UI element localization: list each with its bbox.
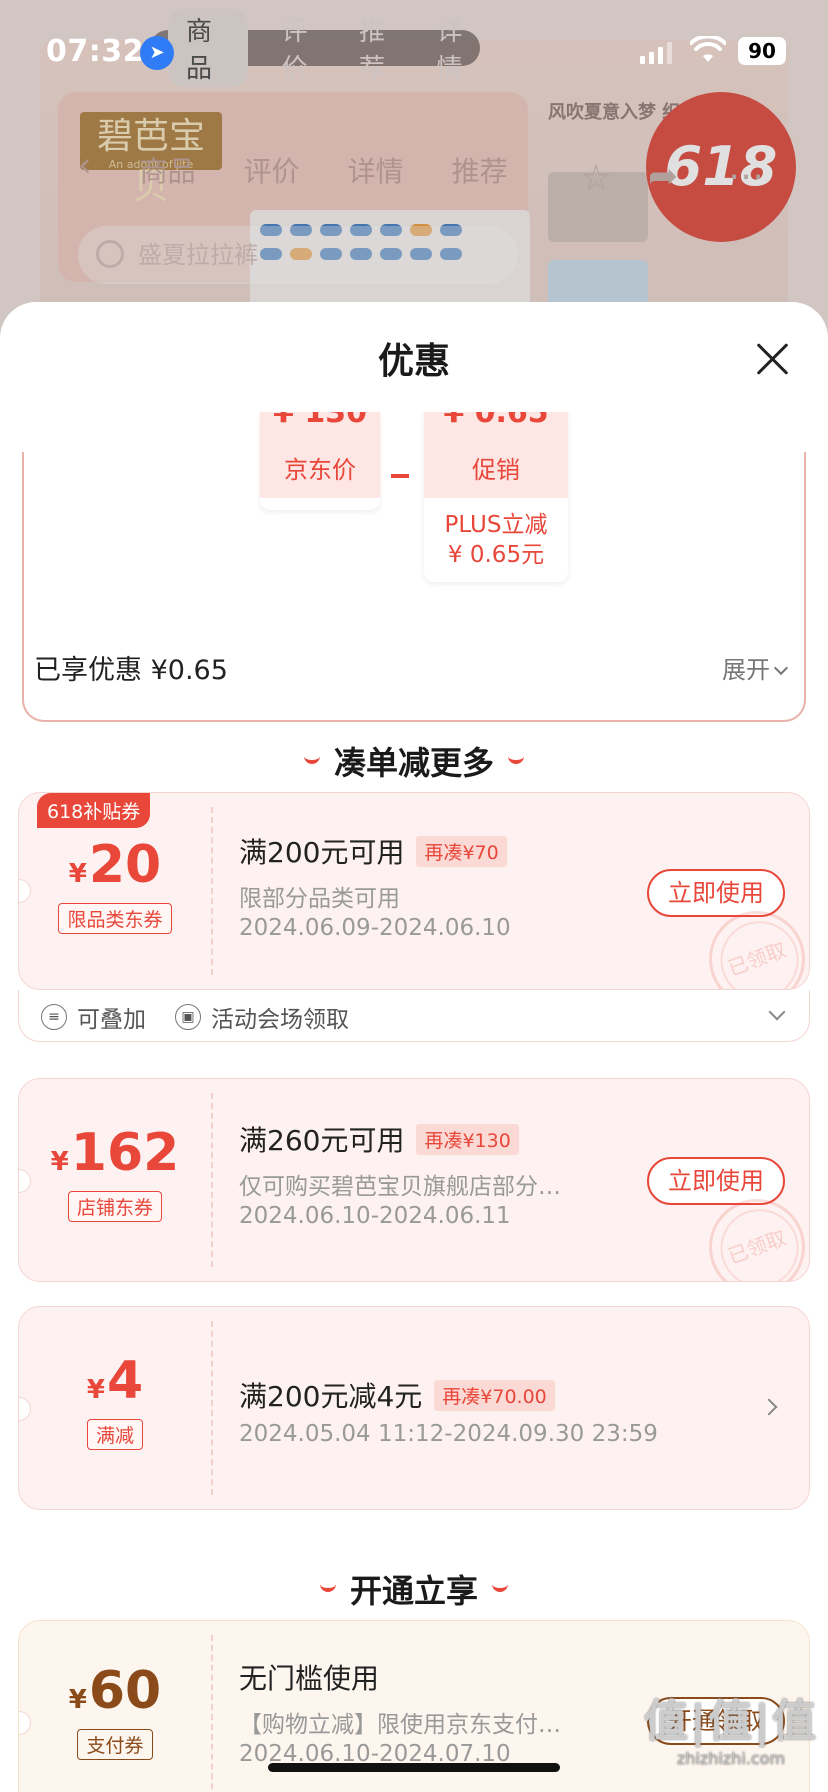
status-bar: 07:32 ➤ 90 — [0, 0, 828, 100]
coupon-card: 618补贴券 ¥20 限品类东券 满200元可用 再凑¥70 限部分品类可用 20… — [18, 792, 810, 990]
coupon-footer: ≡ 可叠加 ▣ 活动会场领取 — [18, 990, 810, 1042]
sheet-title: 优惠 — [377, 341, 450, 382]
site-watermark: 值|值|值 zhizhizhi.com — [644, 1685, 818, 1768]
enjoyed-discount: 已享优惠 ¥0.65 — [34, 655, 228, 686]
coupon-amount-area: ¥60 支付券 — [19, 1621, 211, 1792]
coupon-amount: ¥60 — [68, 1661, 162, 1721]
coupon-card: ¥162 店铺东券 满260元可用 再凑¥130 仅可购买碧芭宝贝旗舰店部分… 2… — [18, 1078, 810, 1282]
location-arrow-icon: ➤ — [140, 36, 174, 70]
watermark-url: zhizhizhi.com — [676, 1749, 786, 1768]
chevron-down-icon — [773, 660, 789, 676]
minus-sign — [391, 474, 409, 478]
home-indicator[interactable] — [268, 1763, 560, 1772]
coupon-card[interactable]: ¥4 满减 满200元减4元 再凑¥70.00 2024.05.04 11:12-… — [18, 1306, 810, 1510]
coupon-amount-area: ¥162 店铺东券 — [19, 1079, 211, 1281]
coupon-extra-tag: 再凑¥130 — [416, 1124, 519, 1155]
coupon-type: 支付券 — [77, 1729, 153, 1760]
close-button[interactable] — [752, 340, 792, 380]
coupon-condition: 无门槛使用 — [239, 1662, 380, 1695]
chevron-down-icon[interactable] — [768, 1003, 786, 1021]
coupon-amount: ¥162 — [50, 1123, 180, 1183]
coupon-type: 店铺东券 — [67, 1191, 162, 1222]
wifi-icon — [690, 36, 726, 62]
coupon-desc: 仅可购买碧芭宝贝旗舰店部分… — [239, 1174, 561, 1200]
cellular-signal-icon — [640, 42, 672, 64]
jd-price-label: 京东价 — [260, 446, 380, 498]
jd-price-value: ¥ 130 — [260, 412, 380, 446]
status-time: 07:32 — [46, 34, 144, 69]
use-now-button[interactable]: 立即使用 — [647, 1157, 785, 1205]
jd-price-box: ¥ 130 京东价 — [260, 412, 380, 510]
coupon-amount: ¥4 — [86, 1351, 144, 1411]
use-now-button[interactable]: 立即使用 — [647, 869, 785, 917]
coupon-extra-tag: 再凑¥70 — [416, 836, 507, 867]
coupon-desc: 【购物立减】限使用京东支付… — [239, 1712, 561, 1738]
section-heading-more: 凑单减更多 — [0, 738, 828, 784]
expand-toggle[interactable]: 展开 — [722, 650, 789, 685]
promo-value: ¥ 0.65 — [424, 412, 568, 446]
coupon-amount-area: ¥4 满减 — [19, 1307, 211, 1509]
coupon-period: 2024.06.09-2024.06.10 — [239, 915, 511, 941]
coupon-extra-tag: 再凑¥70.00 — [434, 1380, 555, 1411]
ticket-icon: ▣ — [175, 1004, 201, 1030]
stackable-info: ≡ 可叠加 — [41, 1000, 146, 1034]
watermark-logo: 值|值|值 — [643, 1696, 818, 1747]
promo-label: 促销 — [424, 446, 568, 498]
coupon-period: 2024.05.04 11:12-2024.09.30 23:59 — [239, 1421, 658, 1447]
section-heading-open: 开通立享 — [0, 1566, 828, 1612]
event-venue-info: ▣ 活动会场领取 — [175, 1000, 349, 1034]
coupon-type: 限品类东券 — [58, 903, 172, 934]
coupon-condition: 满200元可用 再凑¥70 — [239, 831, 507, 871]
coupon-type: 满减 — [86, 1419, 143, 1450]
coupon-condition: 满200元减4元 再凑¥70.00 — [239, 1375, 555, 1415]
coupon-period: 2024.06.10-2024.06.11 — [239, 1203, 511, 1229]
plus-discount-amount: ¥ 0.65元 — [447, 542, 545, 568]
discount-sheet: 优惠 ¥ 130 京东价 ¥ 0.65 促销 PLUS立减 ¥ 0.65元 已享… — [0, 302, 828, 1792]
chevron-right-icon — [760, 1398, 778, 1416]
coupon-badge: 618补贴券 — [37, 793, 151, 828]
battery-indicator: 90 — [738, 37, 786, 65]
expand-label: 展开 — [722, 656, 770, 684]
promo-box: ¥ 0.65 促销 PLUS立减 ¥ 0.65元 — [424, 412, 568, 582]
plus-discount-title: PLUS立减 — [444, 512, 548, 538]
stack-icon: ≡ — [41, 1004, 67, 1030]
coupon-condition: 满260元可用 再凑¥130 — [239, 1119, 519, 1159]
coupon-desc: 限部分品类可用 — [239, 886, 400, 912]
plus-discount: PLUS立减 ¥ 0.65元 — [424, 498, 568, 570]
